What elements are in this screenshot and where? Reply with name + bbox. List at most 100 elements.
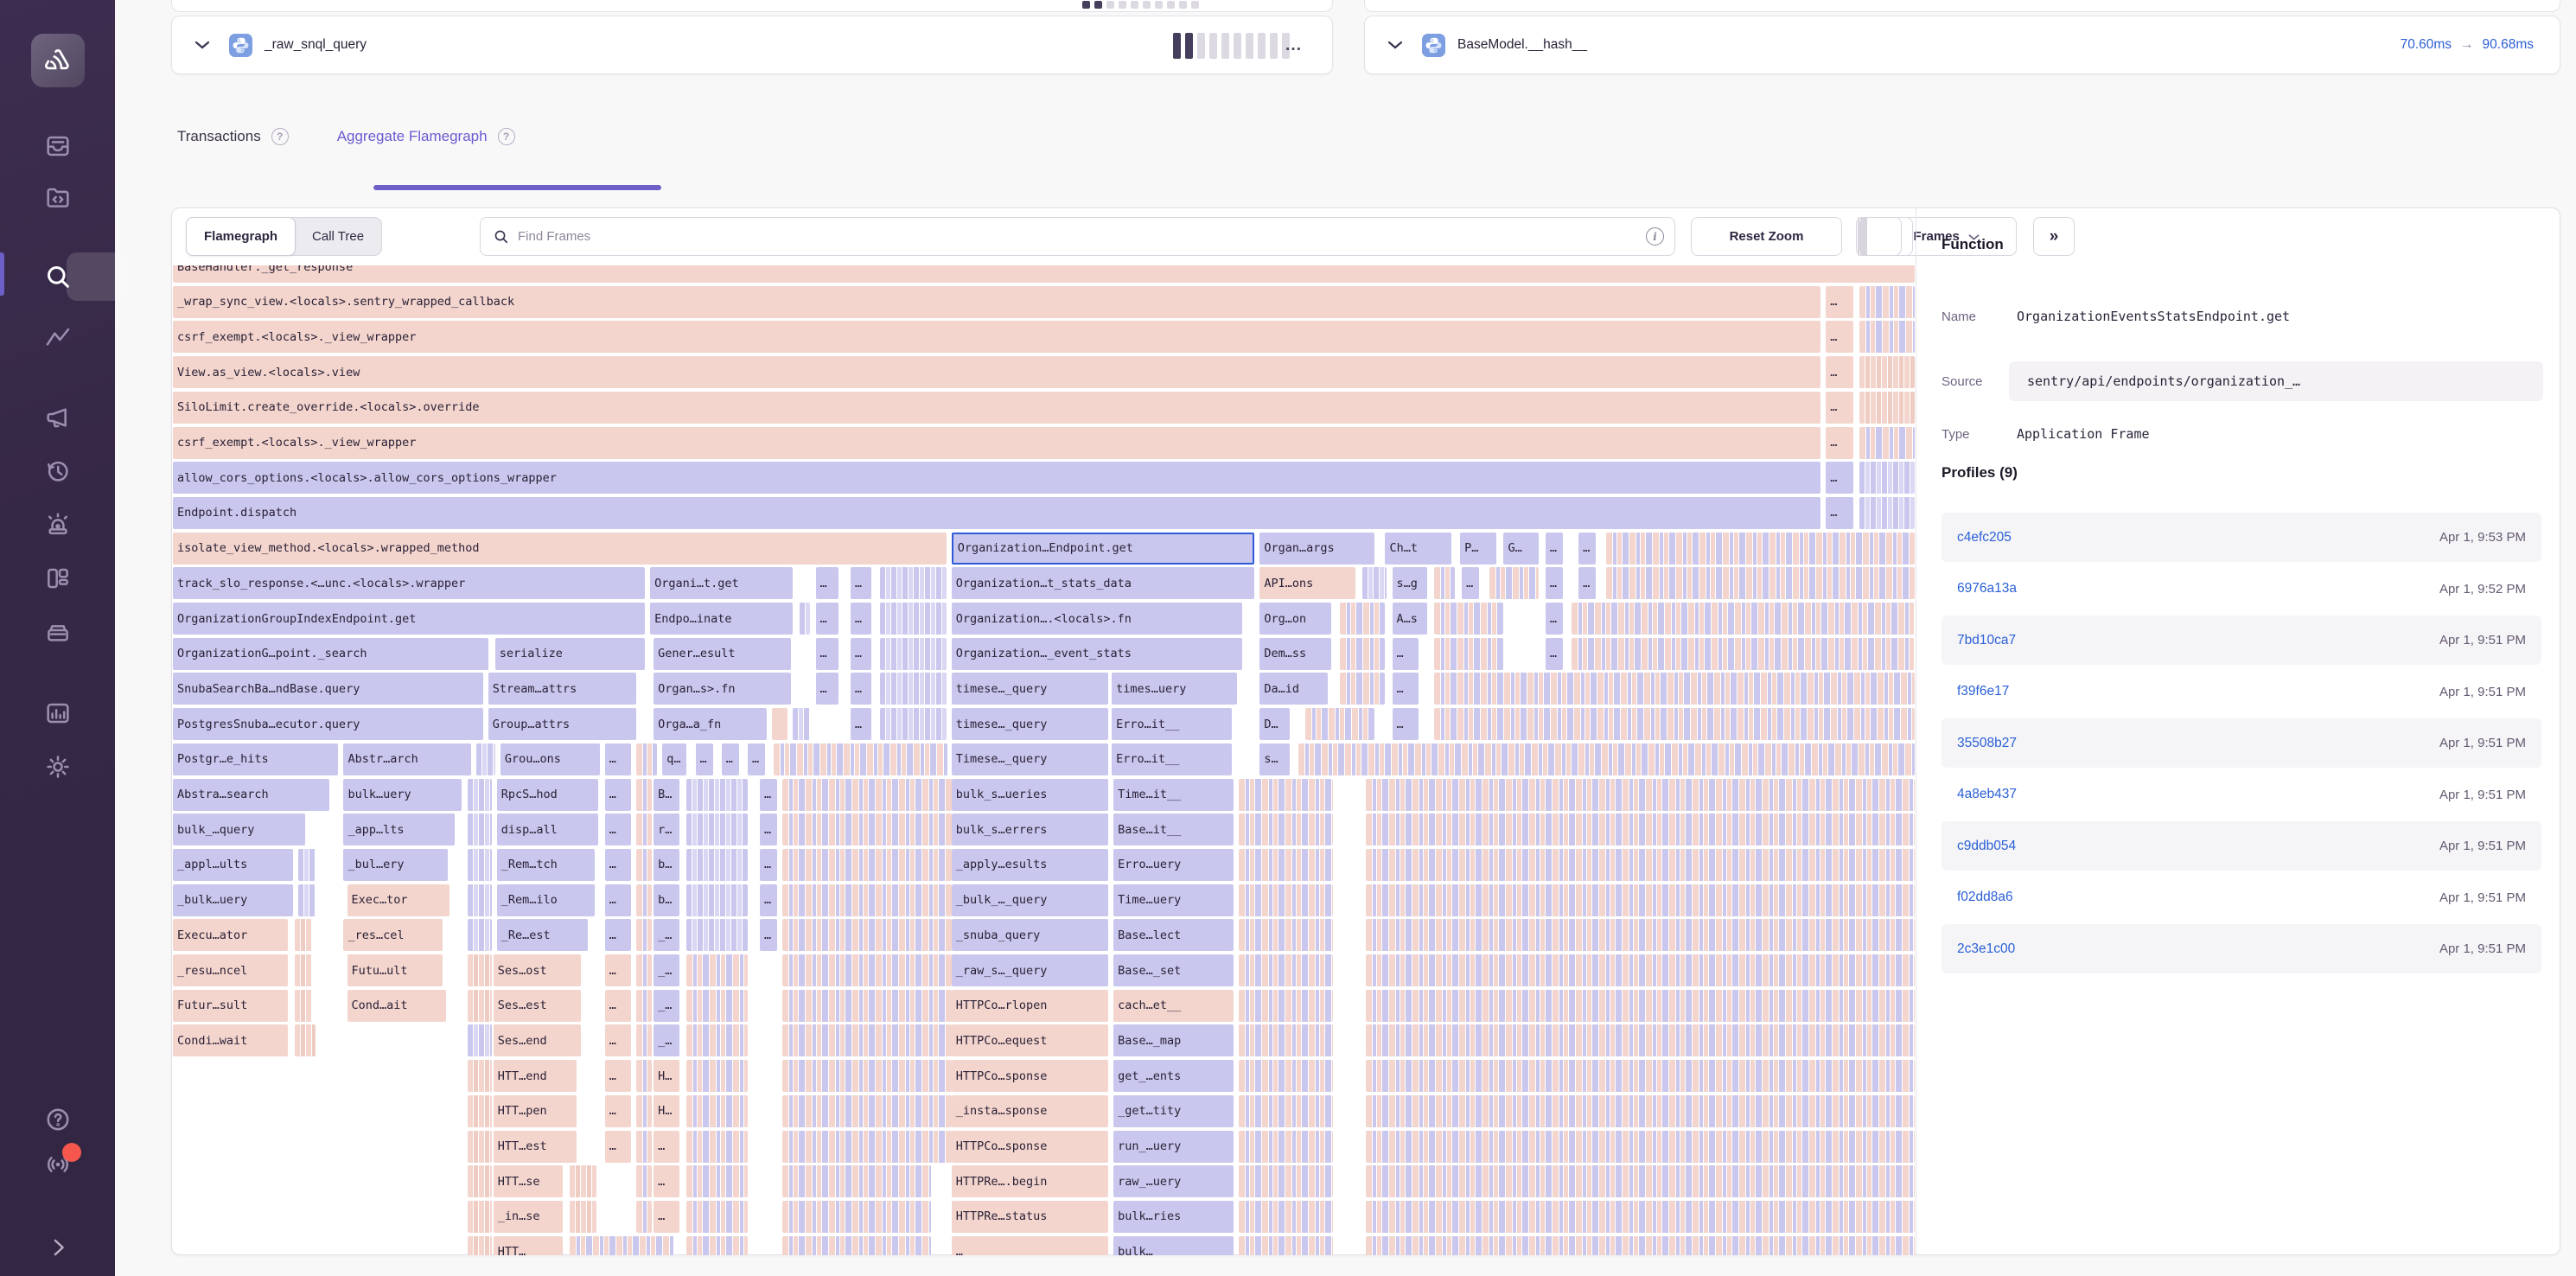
flame-frame[interactable]: q… [662,743,686,775]
flame-noise-strips[interactable] [1366,1060,1915,1092]
flame-frame[interactable]: timese…_query [952,673,1108,705]
flame-frame[interactable]: … [1546,533,1563,565]
flame-noise-strips[interactable] [1239,779,1333,811]
flame-frame[interactable]: Ses…ost [494,954,581,986]
flame-noise-strips[interactable] [686,884,748,916]
flame-noise-strips[interactable] [1340,603,1385,635]
flame-noise-strips[interactable] [636,990,652,1022]
flame-frame[interactable]: View.as_view.<locals>.view [173,356,1820,388]
segment-flamegraph[interactable]: Flamegraph [186,217,296,256]
flame-frame[interactable]: Time…uery [1113,884,1234,916]
flame-frame[interactable]: HTT…pen [494,1095,577,1127]
flame-frame[interactable]: Endpo…inate [650,603,793,635]
flame-noise-strips[interactable] [636,813,652,845]
flame-frame[interactable]: Abstra…search [173,779,329,811]
flame-frame[interactable]: G… [1503,533,1538,565]
flame-noise-strips[interactable] [782,779,951,811]
flame-noise-strips[interactable] [636,1024,652,1056]
flame-frame[interactable]: disp…all [497,813,598,845]
flame-frame[interactable]: … [605,813,631,845]
flame-noise-strips[interactable] [570,1236,674,1255]
flame-frame[interactable]: … [605,1060,631,1092]
flame-noise-strips[interactable] [782,1236,930,1255]
flame-noise-strips[interactable] [1859,427,1915,459]
flame-frame[interactable]: … [851,567,871,599]
flame-noise-strips[interactable] [686,849,748,881]
flame-frame[interactable]: Dem…ss [1259,638,1331,670]
flame-frame[interactable]: HTT…est [494,1131,577,1163]
flame-noise-strips[interactable] [636,1095,652,1127]
flame-frame[interactable]: track_slo_response.<…unc.<locals>.wrappe… [173,567,645,599]
function-card-raw-snql-query[interactable]: _raw_snql_query … [171,16,1333,74]
flame-frame[interactable] [772,708,787,740]
flame-noise-strips[interactable] [782,919,951,951]
sidebar-item-settings[interactable] [0,752,115,782]
flame-frame[interactable]: OrganizationGroupIndexEndpoint.get [173,603,645,635]
flame-frame[interactable]: HTTPCo…sponse [952,1131,1108,1163]
flame-frame[interactable]: … [1546,603,1563,635]
sidebar-item-traces[interactable] [0,323,115,353]
flame-frame[interactable]: … [605,849,631,881]
flame-noise-strips[interactable] [468,1024,492,1056]
flame-noise-strips[interactable] [1572,603,1915,635]
flame-frame[interactable]: B… [654,779,679,811]
profile-id-link[interactable]: 7bd10ca7 [1957,633,2016,648]
info-icon[interactable]: i [1646,227,1664,246]
flame-frame[interactable]: serialize [495,638,645,670]
flame-frame[interactable]: Futur…sult [173,990,288,1022]
flame-frame[interactable]: HTTPRe…status [952,1201,1108,1233]
flame-noise-strips[interactable] [636,743,657,775]
flame-noise-strips[interactable] [1298,743,1915,775]
flame-frame[interactable]: csrf_exempt.<locals>._view_wrapper [173,321,1820,353]
flame-noise-strips[interactable] [686,1060,748,1092]
function-card-basemodel-hash[interactable]: BaseModel.__hash__ 70.60ms→90.68ms [1364,16,2560,74]
flame-noise-strips[interactable] [686,813,748,845]
flame-noise-strips[interactable] [1239,1131,1333,1163]
flame-noise-strips[interactable] [1366,1095,1915,1127]
flame-noise-strips[interactable] [686,919,748,951]
flame-frame[interactable]: … [1393,638,1419,670]
flame-noise-strips[interactable] [1239,1201,1333,1233]
flame-frame[interactable]: Organization….<locals>.fn [952,603,1243,635]
flame-frame[interactable]: _bul…ery [343,849,448,881]
flame-frame[interactable]: A…s [1393,603,1427,635]
flame-frame[interactable]: … [1462,567,1479,599]
flame-frame[interactable]: get_…ents [1113,1060,1234,1092]
flame-frame[interactable]: bulk_s…errers [952,813,1108,845]
flame-frame[interactable]: … [816,567,838,599]
flame-noise-strips[interactable] [636,919,652,951]
flame-noise-strips[interactable] [686,990,748,1022]
flame-frame[interactable]: HTTPCo…equest [952,1024,1108,1056]
flame-frame[interactable]: s… [1259,743,1289,775]
flame-noise-strips[interactable] [468,954,492,986]
flame-noise-strips[interactable] [782,990,951,1022]
aggregate-flamegraph-canvas[interactable]: BaseHandler._get_response_wrap_sync_view… [173,265,1915,1255]
flame-frame[interactable]: HTT… [494,1236,564,1255]
profile-id-link[interactable]: c9ddb054 [1957,839,2016,854]
flame-frame-selected[interactable]: Organization…Endpoint.get [952,533,1255,565]
flame-frame[interactable]: bulk_s…ueries [952,779,1108,811]
flame-frame[interactable]: RpcS…hod [497,779,598,811]
flame-frame[interactable]: s…g [1393,567,1427,599]
flame-frame[interactable]: _snuba_query [952,919,1108,951]
flame-noise-strips[interactable] [1366,849,1915,881]
flame-frame[interactable]: … [760,884,777,916]
flame-noise-strips[interactable] [1366,1024,1915,1056]
flame-noise-strips[interactable] [1859,356,1915,388]
flame-frame[interactable]: … [696,743,713,775]
flame-frame[interactable]: Timese…_query [952,743,1108,775]
profile-id-link[interactable]: 35508b27 [1957,736,2017,751]
flame-noise-strips[interactable] [1606,567,1915,599]
flame-frame[interactable]: Erro…it__ [1112,743,1232,775]
find-frames-input[interactable]: Find Frames i [480,217,1675,256]
flame-noise-strips[interactable] [468,849,492,881]
flame-frame[interactable]: … [605,884,631,916]
flame-noise-strips[interactable] [782,1060,951,1092]
flame-frame[interactable]: Postgr…e_hits [173,743,338,775]
flame-frame[interactable]: … [605,1095,631,1127]
flame-frame[interactable]: _in…se [494,1201,564,1233]
flame-noise-strips[interactable] [1572,638,1915,670]
flame-frame[interactable]: _appl…ults [173,849,293,881]
flame-frame[interactable]: … [1826,321,1853,353]
tab-aggregate-flamegraph[interactable]: Aggregate Flamegraph ? [337,128,515,145]
